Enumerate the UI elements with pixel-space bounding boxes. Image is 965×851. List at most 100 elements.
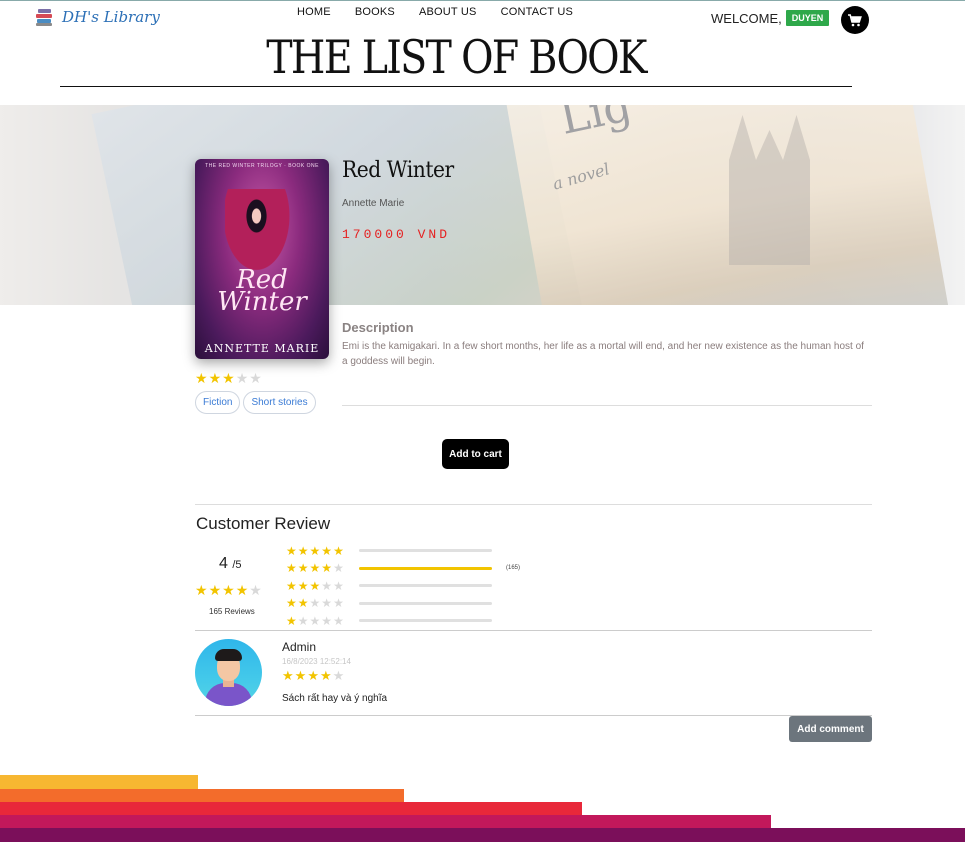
rating-row-4: ★ ★ ★ ★ ★ (165) (286, 560, 520, 578)
add-to-cart-button[interactable]: Add to cart (442, 439, 509, 469)
nav-home[interactable]: HOME (297, 6, 331, 18)
add-comment-button[interactable]: Add comment (789, 716, 872, 742)
rating-bar (359, 584, 492, 588)
star-empty-icon: ★ (309, 613, 321, 628)
star-empty-icon: ★ (321, 613, 333, 628)
main-nav: HOME BOOKS ABOUT US CONTACT US (297, 6, 573, 18)
star-filled-icon: ★ (286, 543, 297, 558)
star-empty-icon: ★ (235, 370, 249, 386)
description-divider (342, 405, 872, 406)
username-badge[interactable]: DUYEN (785, 10, 830, 26)
rating-bar (359, 549, 492, 553)
comment-text: Sách rất hay và ý nghĩa (282, 693, 388, 704)
star-filled-icon: ★ (307, 668, 319, 683)
star-empty-icon: ★ (333, 613, 344, 628)
book-price: 170000 VND (342, 227, 451, 242)
hero-banner: Lig a novel (0, 105, 965, 305)
book-cover: THE RED WINTER TRILOGY · BOOK ONE Red Wi… (195, 159, 329, 359)
book-author: Annette Marie (342, 198, 405, 209)
description-text: Emi is the kamigakari. In a few short mo… (342, 341, 864, 367)
rating-row-stars: ★ ★ ★ ★ ★ (286, 597, 359, 609)
rating-bar-count: (165) (506, 565, 521, 572)
average-rating: 4 /5 (219, 555, 242, 573)
average-rating-stars: ★ ★ ★ ★ ★ (195, 583, 262, 597)
star-filled-icon: ★ (321, 543, 333, 558)
star-filled-icon: ★ (286, 596, 297, 611)
title-divider (60, 86, 852, 87)
review-divider-top (195, 504, 872, 505)
comment-rating-stars: ★ ★ ★ ★ ★ (282, 669, 344, 682)
tag-fiction[interactable]: Fiction (195, 391, 241, 414)
star-filled-icon: ★ (208, 370, 222, 386)
footer-stripe-3 (0, 802, 582, 816)
nav-about-us[interactable]: ABOUT US (419, 6, 477, 18)
rating-row-3: ★ ★ ★ ★ ★ (286, 577, 520, 595)
book-title: Red Winter (342, 158, 454, 183)
cover-series-line: THE RED WINTER TRILOGY · BOOK ONE (205, 163, 319, 169)
star-empty-icon: ★ (249, 370, 262, 386)
rating-distribution: ★ ★ ★ ★ ★ ★ ★ ★ ★ ★ (165) ★ ★ ★ ★ ★ ★ ★ ★ ★ ★ ★ ★ ★ ★ ★ (286, 542, 520, 630)
star-filled-icon: ★ (333, 543, 344, 558)
review-count: 165 Reviews (209, 607, 255, 616)
rating-bar-fill (359, 566, 492, 570)
description-heading: Description (342, 320, 414, 335)
tag-short-stories[interactable]: Short stories (243, 391, 316, 414)
comment-user: Admin (282, 640, 317, 654)
star-filled-icon: ★ (297, 596, 309, 611)
rating-bar (359, 566, 492, 570)
star-filled-icon: ★ (321, 561, 333, 576)
star-filled-icon: ★ (286, 613, 297, 628)
rating-bar (359, 601, 492, 605)
nav-books[interactable]: BOOKS (355, 6, 395, 18)
star-empty-icon: ★ (309, 596, 321, 611)
top-border (0, 0, 965, 1)
star-empty-icon: ★ (333, 561, 344, 576)
average-suffix: /5 (232, 559, 242, 571)
rating-row-5: ★ ★ ★ ★ ★ (286, 542, 520, 560)
rating-row-2: ★ ★ ★ ★ ★ (286, 595, 520, 613)
rating-row-stars: ★ ★ ★ ★ ★ (286, 580, 359, 592)
nav-contact-us[interactable]: CONTACT US (501, 6, 574, 18)
rating-bar (359, 619, 492, 623)
star-filled-icon: ★ (309, 561, 321, 576)
star-filled-icon: ★ (319, 668, 332, 683)
footer-stripe-1 (0, 775, 198, 789)
star-filled-icon: ★ (297, 561, 309, 576)
footer-stripe-5 (0, 828, 965, 842)
welcome-area: WELCOME, DUYEN (711, 10, 830, 26)
customer-review-heading: Customer Review (196, 514, 331, 533)
shopping-cart-icon (848, 13, 862, 26)
footer-stripe-4 (0, 815, 771, 829)
star-filled-icon: ★ (297, 543, 309, 558)
star-filled-icon: ★ (286, 561, 297, 576)
star-filled-icon: ★ (309, 543, 321, 558)
star-filled-icon: ★ (286, 578, 297, 593)
avatar-hair (215, 649, 242, 661)
hero-overlay (0, 105, 965, 305)
star-filled-icon: ★ (222, 370, 235, 386)
star-filled-icon: ★ (297, 578, 309, 593)
star-empty-icon: ★ (332, 668, 345, 683)
avatar (195, 639, 262, 706)
star-filled-icon: ★ (282, 668, 294, 683)
average-value: 4 (219, 555, 228, 572)
footer-stripe-2 (0, 789, 404, 803)
star-empty-icon: ★ (297, 613, 309, 628)
cover-title: Red Winter (217, 265, 307, 317)
review-divider-bottom (195, 715, 872, 716)
star-empty-icon: ★ (333, 578, 344, 593)
star-empty-icon: ★ (249, 582, 262, 598)
tag-list: Fiction Short stories (195, 391, 316, 414)
logo-text: DH's Library (62, 8, 160, 26)
star-filled-icon: ★ (294, 668, 307, 683)
page-title: THE LIST OF BOOK (266, 30, 647, 84)
rating-row-1: ★ ★ ★ ★ ★ (286, 612, 520, 630)
star-empty-icon: ★ (333, 596, 344, 611)
site-logo[interactable]: DH's Library (36, 8, 160, 26)
star-empty-icon: ★ (321, 578, 333, 593)
cover-author: ANNETTE MARIE (204, 342, 320, 355)
star-filled-icon: ★ (309, 578, 321, 593)
star-filled-icon: ★ (235, 582, 249, 598)
rating-row-stars: ★ ★ ★ ★ ★ (286, 615, 359, 627)
star-filled-icon: ★ (195, 370, 208, 386)
